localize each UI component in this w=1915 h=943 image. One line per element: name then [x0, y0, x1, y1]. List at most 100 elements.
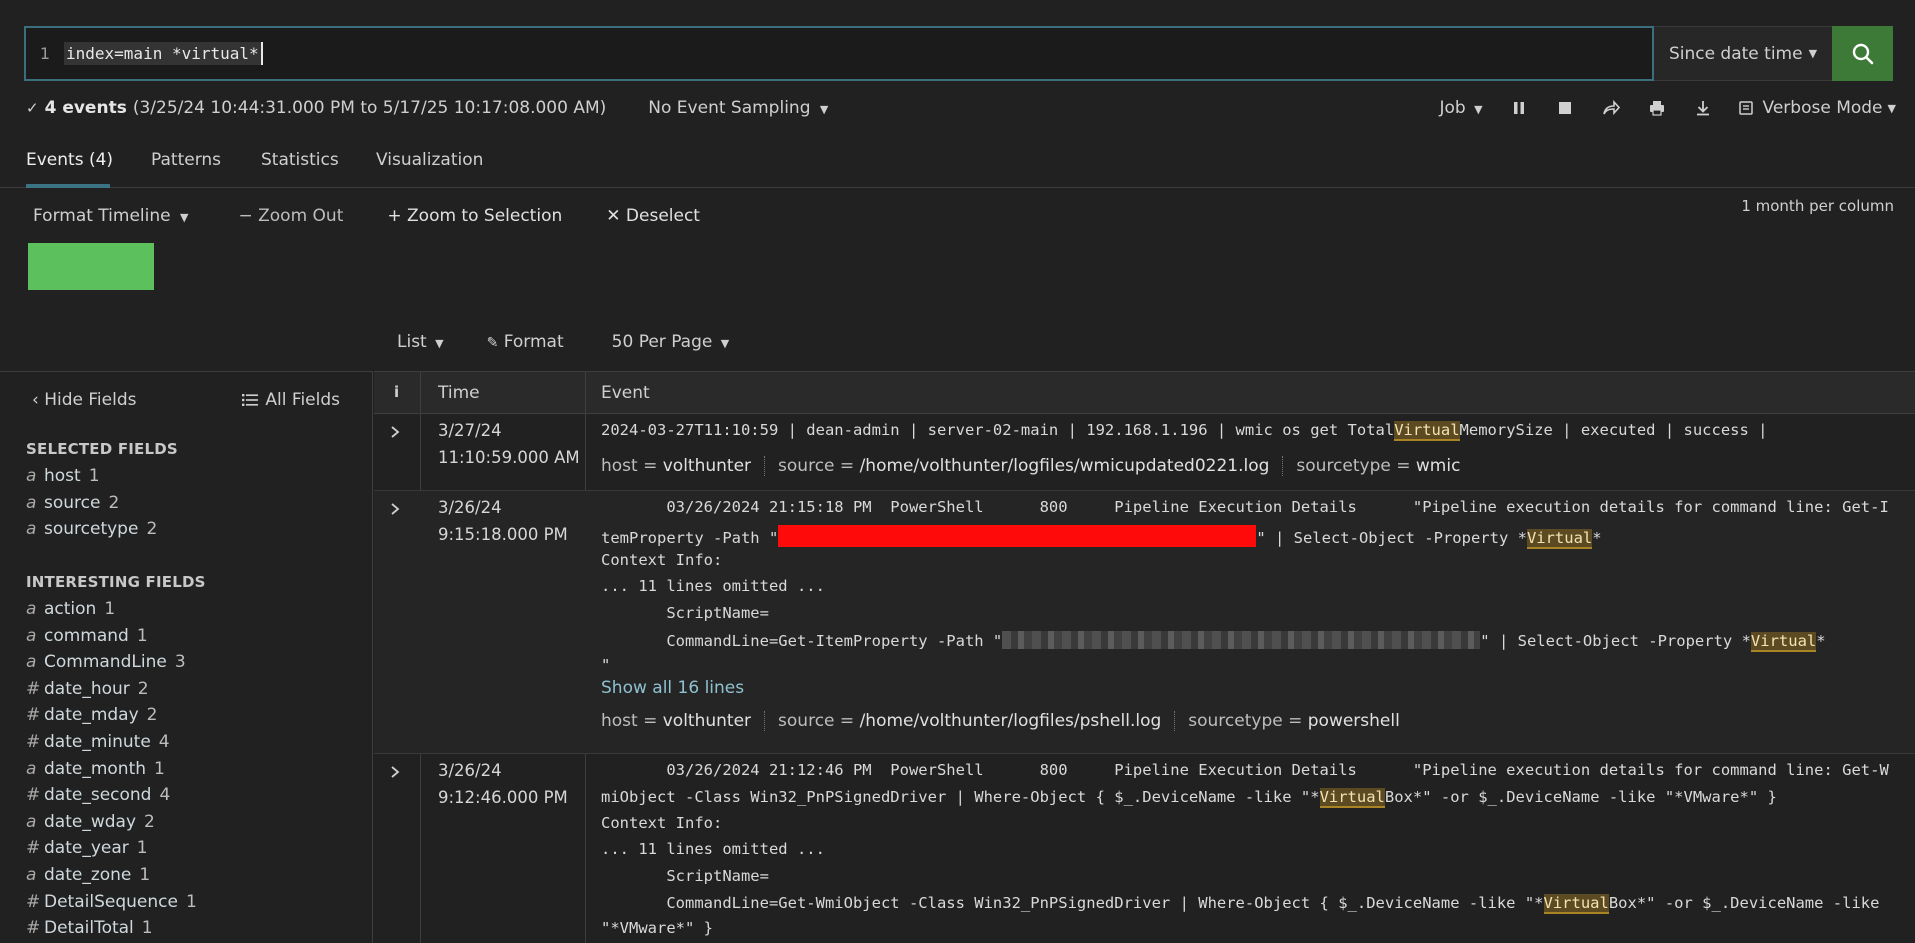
field-item-date_wday[interactable]: a date_wday 2: [26, 812, 155, 832]
deselect-button[interactable]: ✕ Deselect: [606, 206, 700, 226]
interesting-fields-header: INTERESTING FIELDS: [26, 573, 206, 591]
event-timestamp: 11:10:59.000 AM: [438, 448, 580, 467]
tab-visualization[interactable]: Visualization: [376, 150, 483, 170]
event-text: CommandLine=Get-WmiObject -Class Win32_P…: [601, 894, 1544, 912]
search-highlight: Virtual: [1526, 529, 1593, 549]
event-text: *: [1592, 529, 1602, 547]
field-item-detailtotal[interactable]: # DetailTotal 1: [26, 918, 153, 938]
event-time: 3/26/24 9:15:18.000 PM: [438, 494, 568, 548]
field-item-detailsequence[interactable]: # DetailSequence 1: [26, 892, 197, 912]
zoom-to-selection-button[interactable]: + Zoom to Selection: [387, 206, 562, 226]
field-item-host[interactable]: a host 1: [26, 466, 100, 486]
hide-fields-button[interactable]: ‹ Hide Fields: [32, 390, 136, 410]
field-label: host =: [601, 456, 663, 476]
print-button[interactable]: [1647, 98, 1667, 118]
show-all-lines-link[interactable]: Show all 16 lines: [601, 678, 744, 698]
list-view-label: List: [397, 332, 427, 352]
zoom-out-label: Zoom Out: [258, 206, 344, 226]
per-page-dropdown[interactable]: 50 Per Page ▼: [612, 332, 730, 352]
field-name: date_year: [44, 838, 129, 859]
close-icon: ✕: [606, 206, 621, 226]
expand-row-button[interactable]: [390, 424, 400, 444]
list-icon: [242, 394, 259, 406]
event-text: miObject -Class Win32_PnPSignedDriver | …: [601, 788, 1320, 806]
expand-row-button[interactable]: [390, 501, 400, 521]
source-field[interactable]: source = /home/volthunter/logfiles/wmicu…: [778, 456, 1284, 476]
event-text: ... 11 lines omitted ...: [601, 840, 825, 858]
event-text: Context Info:: [601, 814, 723, 832]
blurred-region: [1002, 631, 1481, 649]
host-field[interactable]: host = volthunter: [601, 456, 766, 476]
field-item-date_second[interactable]: # date_second 4: [26, 785, 170, 805]
field-item-date_minute[interactable]: # date_minute 4: [26, 732, 170, 752]
field-item-date_month[interactable]: a date_month 1: [26, 759, 165, 779]
event-sampling-dropdown[interactable]: No Event Sampling ▼: [648, 98, 828, 118]
field-value[interactable]: wmic: [1416, 456, 1461, 476]
field-name: date_second: [44, 785, 152, 806]
job-menu[interactable]: Job ▼: [1439, 98, 1482, 118]
search-button[interactable]: [1832, 26, 1893, 81]
pencil-icon: ✎: [486, 335, 499, 351]
field-type-icon: #: [26, 705, 41, 726]
active-tab-indicator: [26, 184, 110, 188]
tab-events[interactable]: Events (4): [26, 150, 113, 170]
stop-button[interactable]: [1555, 98, 1575, 118]
event-text: ... 11 lines omitted ...: [601, 577, 825, 595]
share-icon: [1602, 100, 1620, 116]
field-value[interactable]: /home/volthunter/logfiles/pshell.log: [860, 711, 1162, 731]
field-value[interactable]: volthunter: [663, 711, 751, 731]
sourcetype-field[interactable]: sourcetype = powershell: [1188, 711, 1413, 731]
field-value[interactable]: /home/volthunter/logfiles/wmicupdated022…: [860, 456, 1270, 476]
event-metadata: host = volthunter source = /home/volthun…: [601, 456, 1486, 476]
job-status-bar: ✓ 4 events (3/25/24 10:44:31.000 PM to 5…: [26, 95, 1896, 121]
caret-down-icon: ▼: [1474, 103, 1483, 116]
export-button[interactable]: [1693, 98, 1713, 118]
field-item-date_year[interactable]: # date_year 1: [26, 838, 148, 858]
tab-patterns[interactable]: Patterns: [151, 150, 221, 170]
share-button[interactable]: [1601, 98, 1621, 118]
event-date: 3/26/24: [438, 761, 502, 780]
search-bar: 1 index=main *virtual* Since date time ▼: [24, 26, 1895, 81]
field-name: action: [44, 599, 97, 619]
field-item-command[interactable]: a command 1: [26, 626, 148, 646]
time-column-header[interactable]: Time: [438, 383, 480, 403]
expand-row-button[interactable]: [390, 764, 400, 784]
sourcetype-field[interactable]: sourcetype = wmic: [1296, 456, 1473, 476]
field-label: sourcetype =: [1296, 456, 1416, 476]
caret-down-icon: ▼: [180, 211, 189, 224]
field-item-date_zone[interactable]: a date_zone 1: [26, 865, 150, 885]
search-mode-dropdown[interactable]: Verbose Mode ▼: [1738, 98, 1896, 118]
field-item-source[interactable]: a source 2: [26, 493, 119, 513]
field-name: source: [44, 492, 101, 513]
pause-button[interactable]: [1509, 98, 1529, 118]
timeline-bar[interactable]: [28, 243, 154, 290]
field-type-icon: a: [26, 466, 37, 486]
search-input[interactable]: 1 index=main *virtual*: [24, 26, 1654, 81]
field-value[interactable]: powershell: [1308, 711, 1400, 731]
field-item-date_mday[interactable]: # date_mday 2: [26, 705, 158, 725]
field-item-commandline[interactable]: a CommandLine 3: [26, 652, 186, 672]
caret-down-icon: ▼: [435, 337, 444, 350]
time-range-label: Since date time: [1668, 43, 1803, 64]
format-timeline-dropdown[interactable]: Format Timeline ▼: [33, 206, 188, 226]
search-query[interactable]: index=main *virtual*: [64, 42, 263, 65]
host-field[interactable]: host = volthunter: [601, 711, 766, 731]
field-count: 2: [137, 678, 149, 699]
events-table: i Time Event 3/27/24 11:10:59.000 AM 202…: [374, 371, 1915, 943]
field-item-action[interactable]: a action 1: [26, 599, 115, 619]
zoom-out-button[interactable]: − Zoom Out: [238, 206, 343, 226]
field-value[interactable]: volthunter: [663, 456, 751, 476]
event-text: *: [1816, 632, 1826, 650]
format-button[interactable]: ✎ Format: [487, 332, 564, 352]
field-item-date_hour[interactable]: # date_hour 2: [26, 679, 149, 699]
field-count: 4: [159, 785, 171, 806]
tab-statistics[interactable]: Statistics: [261, 150, 339, 170]
field-name: DetailTotal: [44, 918, 134, 939]
source-field[interactable]: source = /home/volthunter/logfiles/pshel…: [778, 711, 1176, 731]
table-row: 3/27/24 11:10:59.000 AM 2024-03-27T11:10…: [374, 414, 1915, 491]
field-item-sourcetype[interactable]: a sourcetype 2: [26, 519, 157, 539]
list-view-dropdown[interactable]: List ▼: [397, 332, 444, 352]
time-range-picker[interactable]: Since date time ▼: [1654, 26, 1832, 81]
field-count: 2: [108, 492, 120, 513]
all-fields-button[interactable]: All Fields: [242, 390, 340, 410]
